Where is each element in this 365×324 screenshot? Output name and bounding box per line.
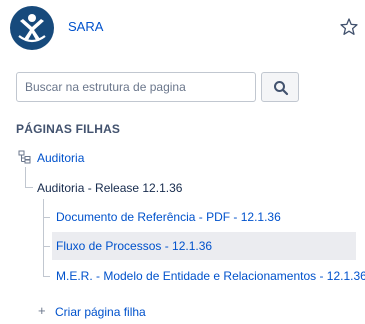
child-page-link[interactable]: Fluxo de Processos - 12.1.36 [56,239,212,253]
child-page-item[interactable]: Documento de Referência - PDF - 12.1.36 [52,203,356,231]
child-page-link[interactable]: Documento de Referência - PDF - 12.1.36 [56,210,281,224]
tree-connector [43,199,44,277]
space-logo[interactable] [10,6,54,50]
page-tree-icon [18,150,31,164]
current-page-label: Auditoria - Release 12.1.36 [37,181,183,195]
page-tree-search-input[interactable] [16,72,256,102]
child-page-item[interactable]: M.E.R. - Modelo de Entidade e Relacionam… [52,262,365,290]
tree-connector [43,246,50,247]
space-name-link[interactable]: SARA [68,19,103,34]
child-page-link[interactable]: M.E.R. - Modelo de Entidade e Relacionam… [56,269,365,283]
star-icon[interactable] [339,17,359,37]
child-pages-heading: PÁGINAS FILHAS [16,122,121,136]
create-child-page-label: Criar página filha [55,305,146,319]
space-logo-icon [18,14,46,43]
tree-root-link[interactable]: Auditoria [37,151,84,165]
tree-connector [25,167,26,187]
tree-connector [43,217,50,218]
search-icon [274,81,289,96]
tree-connector [25,187,33,188]
child-page-item-selected[interactable]: Fluxo de Processos - 12.1.36 [52,232,356,260]
sidebar-header: SARA [0,0,365,56]
search-button[interactable] [261,72,299,102]
tree-connector [43,276,50,277]
plus-icon: + [38,303,46,318]
